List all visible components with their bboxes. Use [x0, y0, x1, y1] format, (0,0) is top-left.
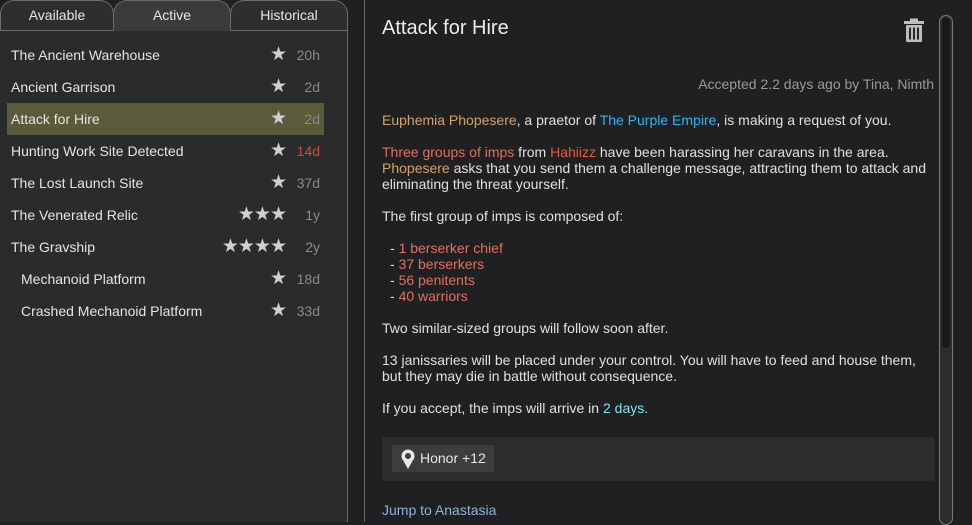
quest-name: Attack for Hire — [11, 111, 100, 127]
tab-historical[interactable]: Historical — [230, 0, 348, 30]
quest-name: Crashed Mechanoid Platform — [21, 303, 203, 319]
composition-list: - 1 berserker chief - 37 berserkers - 56… — [382, 240, 938, 304]
faction-link[interactable]: The Purple Empire — [600, 112, 717, 128]
quest-age: 18d — [296, 271, 320, 287]
quest-name: The Lost Launch Site — [11, 175, 144, 191]
honor-icon — [401, 449, 415, 469]
star-icon: ★ — [269, 108, 287, 129]
quest-name: The Venerated Relic — [11, 207, 138, 223]
quest-row-venerated-relic[interactable]: The Venerated Relic ★★★ 1y — [7, 199, 324, 231]
star-icon: ★★★ — [237, 204, 287, 225]
quest-row-lost-launch-site[interactable]: The Lost Launch Site ★ 37d — [7, 167, 324, 199]
text: from — [514, 144, 551, 160]
quest-row-crashed-mechanoid-platform[interactable]: Crashed Mechanoid Platform ★ 33d — [7, 295, 324, 327]
quest-description: Euphemia Phopesere, a praetor of The Pur… — [382, 112, 938, 432]
quest-row-ancient-garrison[interactable]: Ancient Garrison ★ 2d — [7, 71, 324, 103]
quest-age: 2y — [305, 239, 320, 255]
arrival-time: 2 days — [602, 400, 645, 416]
star-icon: ★ — [269, 268, 287, 289]
description-janissaries: 13 janissaries will be placed under your… — [382, 352, 916, 384]
description-threat: Three groups of imps from Hahiizz have b… — [382, 144, 938, 192]
text: . — [644, 400, 649, 416]
list-item: - 1 berserker chief — [390, 240, 503, 256]
detail-scrollbar[interactable] — [939, 15, 953, 525]
trash-icon[interactable] — [904, 18, 924, 42]
list-item: - 56 penitents — [390, 272, 475, 288]
star-icon: ★ — [269, 172, 287, 193]
person-link[interactable]: Euphemia Phopesere — [382, 112, 517, 128]
star-icon: ★ — [269, 140, 287, 161]
description-arrival: If you accept, the imps will arrive in 2… — [382, 400, 938, 416]
quest-row-hunting-work-site[interactable]: Hunting Work Site Detected ★ 14d — [7, 135, 324, 167]
quest-detail-panel: Attack for Hire Accepted 2.2 days ago by… — [364, 0, 972, 525]
text: , is making a request of you. — [716, 112, 892, 128]
quest-name: Mechanoid Platform — [21, 271, 146, 287]
quest-list-panel: Available Historical Active The Ancient … — [0, 0, 348, 522]
honor-label: Honor +12 — [420, 450, 486, 466]
quest-name: Ancient Garrison — [11, 79, 116, 95]
quest-age: 2d — [304, 79, 320, 95]
text: , a praetor of — [516, 112, 600, 128]
quest-age: 37d — [296, 175, 320, 191]
text: If you accept, the imps will arrive in — [382, 400, 603, 416]
person-link[interactable]: Phopesere — [382, 160, 450, 176]
jump-link[interactable]: Jump to Anastasia — [382, 502, 496, 518]
quest-age: 20h — [296, 47, 320, 63]
quest-age: 14d — [296, 143, 320, 159]
quest-row-attack-for-hire[interactable]: Attack for Hire ★ 2d — [7, 103, 324, 135]
reward-box: Honor +12 — [382, 437, 934, 481]
list-item: - 40 warriors — [390, 288, 468, 304]
quest-age: 33d — [296, 303, 320, 319]
quest-list[interactable]: The Ancient Warehouse ★ 20h Ancient Garr… — [0, 31, 348, 522]
unit-count: 1 berserker chief — [398, 240, 503, 256]
quest-name: The Gravship — [11, 239, 96, 255]
accepted-info: Accepted 2.2 days ago by Tina, Nimth — [698, 76, 934, 92]
quest-name: The Ancient Warehouse — [11, 47, 160, 63]
composition-heading: The first group of imps is composed of: — [382, 208, 624, 224]
quest-row-mechanoid-platform[interactable]: Mechanoid Platform ★ 18d — [7, 263, 324, 295]
star-icon: ★ — [269, 300, 287, 321]
quest-tabs: Available Historical Active — [0, 0, 348, 31]
quest-age: 1y — [305, 207, 320, 223]
unit-count: 37 berserkers — [398, 256, 485, 272]
quest-age: 2d — [304, 111, 320, 127]
quest-title: Attack for Hire — [382, 17, 509, 39]
place-link[interactable]: Hahiizz — [550, 144, 596, 160]
quest-row-ancient-warehouse[interactable]: The Ancient Warehouse ★ 20h — [7, 39, 324, 71]
description-followup: Two similar-sized groups will follow soo… — [382, 320, 669, 336]
text: asks that you send them a challenge mess… — [382, 160, 926, 192]
text: have been harassing her caravans in the … — [595, 144, 889, 160]
quest-row-gravship[interactable]: The Gravship ★★★★ 2y — [7, 231, 324, 263]
tab-active[interactable]: Active — [113, 0, 231, 31]
enemy-groups: Three groups of imps — [382, 144, 515, 160]
tab-available[interactable]: Available — [0, 0, 114, 30]
unit-count: 56 penitents — [398, 272, 475, 288]
list-item: - 37 berserkers — [390, 256, 485, 272]
unit-count: 40 warriors — [398, 288, 468, 304]
star-icon: ★ — [269, 76, 287, 97]
star-icon: ★★★★ — [221, 236, 287, 257]
quest-name: Hunting Work Site Detected — [11, 143, 184, 159]
scroll-thumb[interactable] — [942, 18, 950, 348]
description-intro: Euphemia Phopesere, a praetor of The Pur… — [382, 112, 938, 128]
star-icon: ★ — [269, 44, 287, 65]
honor-reward[interactable]: Honor +12 — [392, 445, 494, 472]
